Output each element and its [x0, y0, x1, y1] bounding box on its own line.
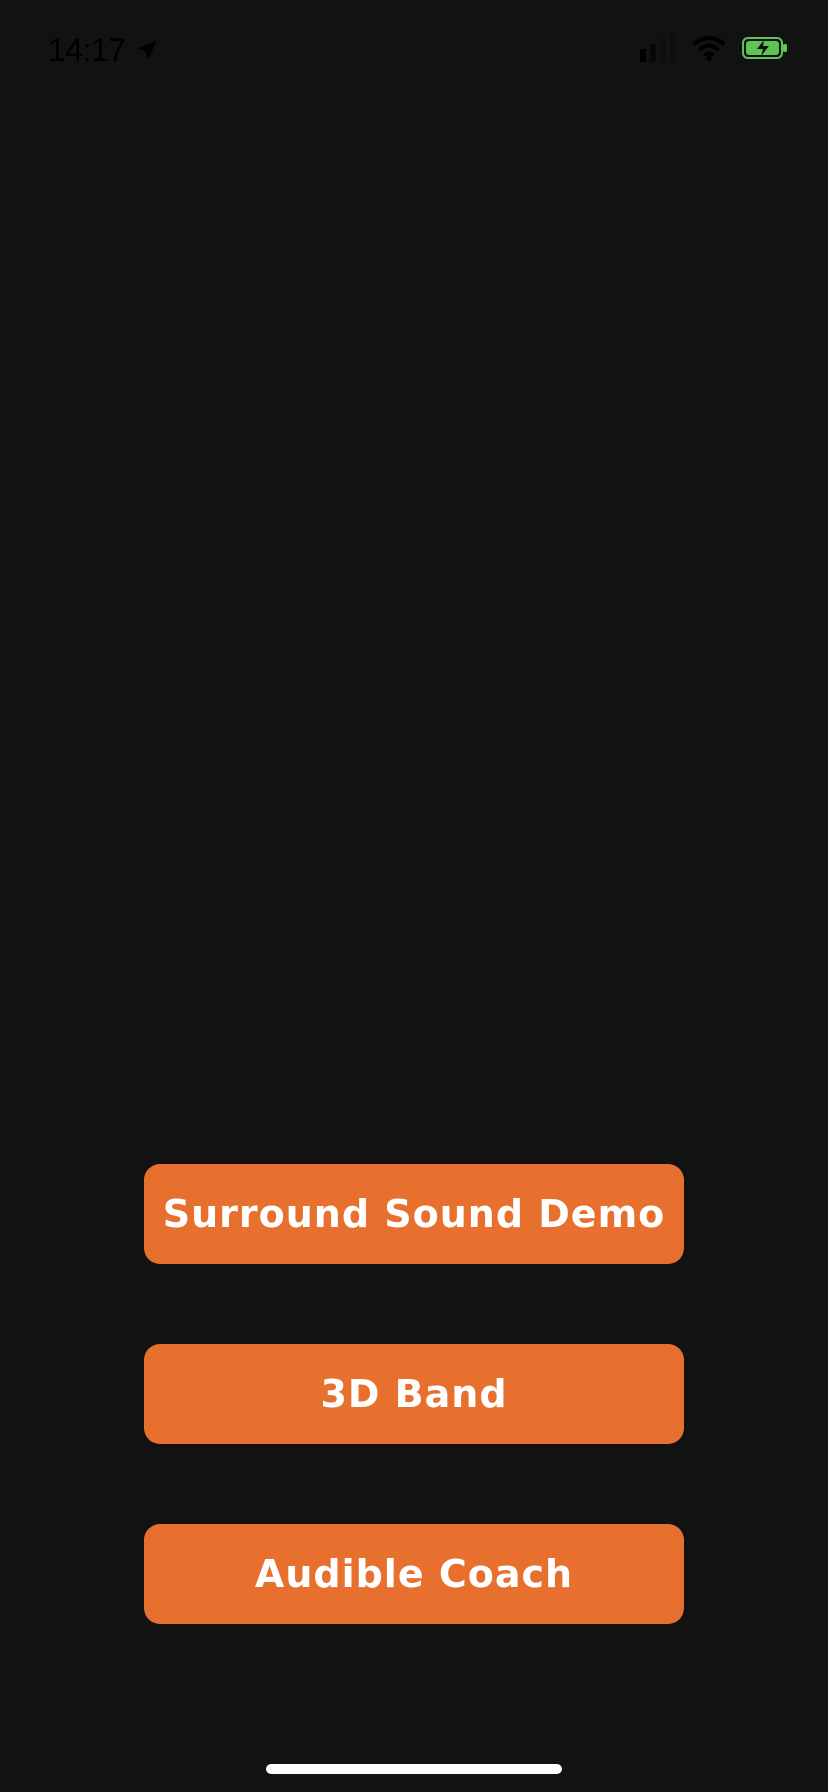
- surround-sound-demo-button[interactable]: Surround Sound Demo: [144, 1164, 684, 1264]
- status-icons: [640, 34, 788, 62]
- status-time: 14:17: [48, 30, 160, 70]
- audible-coach-button[interactable]: Audible Coach: [144, 1524, 684, 1624]
- clock-text: 14:17: [48, 32, 126, 68]
- home-indicator[interactable]: [266, 1764, 562, 1774]
- 3d-band-button[interactable]: 3D Band: [144, 1344, 684, 1444]
- battery-charging-icon: [742, 37, 787, 59]
- location-arrow-icon: [136, 40, 157, 60]
- wifi-icon: [693, 36, 725, 61]
- signal-strength-icon: [640, 34, 676, 62]
- status-bar: 14:17: [0, 0, 828, 100]
